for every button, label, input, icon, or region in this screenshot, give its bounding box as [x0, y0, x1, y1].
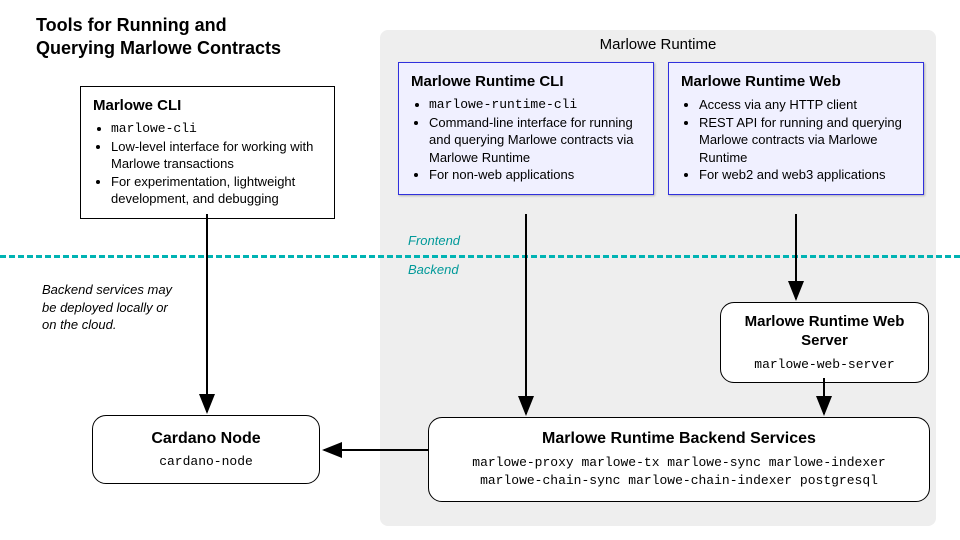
runtime-cli-title: Marlowe Runtime CLI	[411, 73, 641, 90]
runtime-cli-box: Marlowe Runtime CLI marlowe-runtime-cli …	[398, 62, 654, 195]
cardano-node-code: cardano-node	[103, 454, 309, 469]
runtime-web-bullet-2: For web2 and web3 applications	[699, 166, 911, 184]
backend-services-title: Marlowe Runtime Backend Services	[443, 430, 915, 448]
web-server-title: Marlowe Runtime Web Server	[729, 313, 920, 351]
marlowe-cli-bullet-1: Low-level interface for working with Mar…	[111, 138, 322, 173]
runtime-cli-code: marlowe-runtime-cli	[429, 96, 641, 114]
backend-label: Backend	[408, 262, 459, 277]
note-line-2: be deployed locally or	[42, 300, 168, 315]
runtime-web-bullet-1: REST API for running and querying Marlow…	[699, 114, 911, 167]
marlowe-cli-box: Marlowe CLI marlowe-cli Low-level interf…	[80, 86, 335, 219]
marlowe-cli-bullet-2: For experimentation, lightweight develop…	[111, 173, 322, 208]
web-server-code: marlowe-web-server	[729, 357, 920, 372]
runtime-web-bullet-0: Access via any HTTP client	[699, 96, 911, 114]
backend-services-box: Marlowe Runtime Backend Services marlowe…	[428, 417, 930, 502]
note-line-1: Backend services may	[42, 282, 172, 297]
cardano-node-box: Cardano Node cardano-node	[92, 415, 320, 484]
frontend-backend-divider	[0, 255, 960, 258]
title-line-1: Tools for Running and	[36, 15, 227, 35]
web-server-box: Marlowe Runtime Web Server marlowe-web-s…	[720, 302, 929, 383]
runtime-web-box: Marlowe Runtime Web Access via any HTTP …	[668, 62, 924, 195]
runtime-web-title: Marlowe Runtime Web	[681, 73, 911, 90]
backend-services-codes: marlowe-proxy marlowe-tx marlowe-sync ma…	[443, 454, 915, 489]
runtime-cli-bullet-2: For non-web applications	[429, 166, 641, 184]
runtime-cli-bullet-1: Command-line interface for running and q…	[429, 114, 641, 167]
note-line-3: on the cloud.	[42, 317, 116, 332]
diagram-title: Tools for Running and Querying Marlowe C…	[36, 14, 281, 61]
frontend-label: Frontend	[408, 233, 460, 248]
marlowe-cli-code: marlowe-cli	[111, 120, 322, 138]
deployment-note: Backend services may be deployed locally…	[42, 281, 172, 334]
cardano-node-title: Cardano Node	[103, 430, 309, 448]
marlowe-cli-title: Marlowe CLI	[93, 97, 322, 114]
runtime-group-label: Marlowe Runtime	[380, 36, 936, 53]
title-line-2: Querying Marlowe Contracts	[36, 38, 281, 58]
